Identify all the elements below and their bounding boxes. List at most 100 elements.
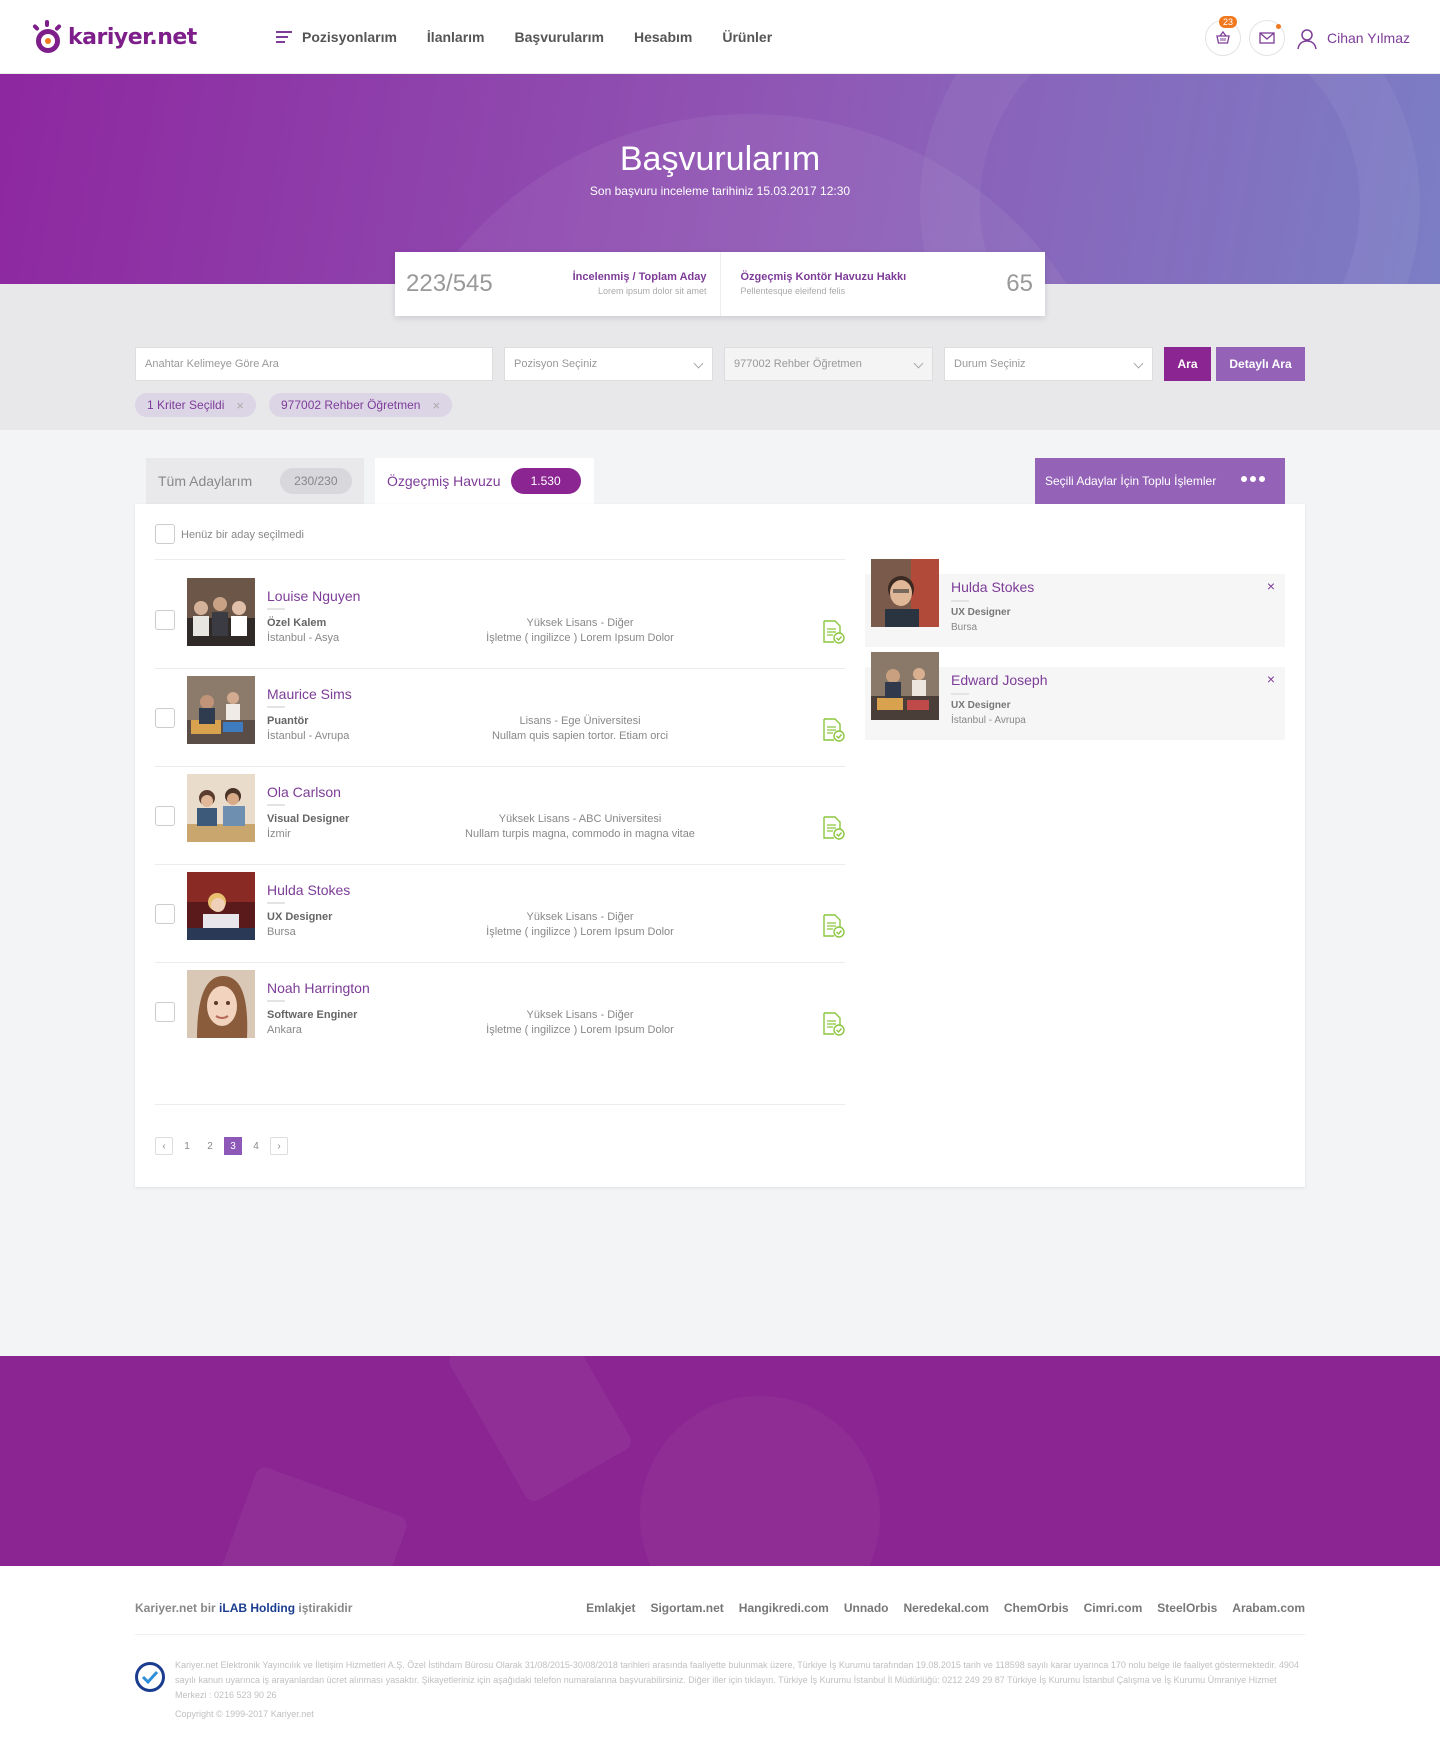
nav-label: Pozisyonlarım [302,29,397,45]
basket-icon [1216,30,1230,44]
copyright: Copyright © 1999-2017 Kariyer.net [175,1709,314,1719]
candidate-title: UX Designer [267,911,333,923]
partner-link-sigortam[interactable]: Sigortam.net [650,1601,723,1615]
tab-count: 1.530 [510,468,581,494]
education-department: İşletme ( ingilizce ) Lorem Ipsum Dolor [486,632,674,644]
partner-links: Emlakjet Sigortam.net Hangikredi.com Unn… [571,1601,1305,1615]
candidate-city: Bursa [267,926,296,938]
nav-hesabim[interactable]: Hesabım [634,29,692,45]
select-all-checkbox[interactable] [155,524,175,544]
partner-link-hangikredi[interactable]: Hangikredi.com [739,1601,829,1615]
nav-urunler[interactable]: Ürünler [722,29,772,45]
selected-name[interactable]: Hulda Stokes [951,579,1034,595]
candidate-checkbox[interactable] [155,1002,175,1022]
partner-link-cimri[interactable]: Cimri.com [1084,1601,1143,1615]
chevron-down-icon [693,358,704,369]
status-select-value: Durum Seçiniz [954,358,1026,370]
certificate-seal-icon [135,1662,165,1692]
page-3-current[interactable]: 3 [224,1137,242,1155]
candidate-checkbox[interactable] [155,806,175,826]
credit-sub: Pellentesque eleifend felis [740,286,846,296]
close-icon[interactable]: × [1267,671,1275,687]
remove-chip-icon[interactable]: × [236,398,244,413]
candidate-education: Lisans - Ege Üniversitesi Nullam quis sa… [415,714,745,744]
candidate-city: İstanbul - Asya [267,632,340,644]
user-menu[interactable]: Cihan Yılmaz [1295,26,1410,50]
candidate-city: İzmir [267,828,291,840]
candidate-photo[interactable] [187,872,255,940]
selected-title: UX Designer [951,607,1011,618]
candidate-name[interactable]: Maurice Sims [267,686,352,702]
education-degree: Yüksek Lisans - Diğer [526,1009,634,1021]
user-icon [1297,29,1317,50]
holding-link[interactable]: iLAB Holding [219,1601,295,1615]
page-4[interactable]: 4 [247,1137,265,1155]
candidate-photo[interactable] [187,774,255,842]
page-subtitle: Son başvuru inceleme tarihiniz 15.03.201… [589,184,851,198]
nav-basvurularim[interactable]: Başvurularım [515,29,604,45]
page-2[interactable]: 2 [201,1137,219,1155]
candidate-checkbox[interactable] [155,610,175,630]
candidate-name[interactable]: Ola Carlson [267,784,341,800]
candidate-checkbox[interactable] [155,708,175,728]
partner-link-steelorbis[interactable]: SteelOrbis [1157,1601,1217,1615]
nav-label: Hesabım [634,29,693,45]
education-department: Nullam turpis magna, commodo in magna vi… [465,828,695,840]
candidate-title: Visual Designer [267,813,350,825]
page-1[interactable]: 1 [178,1137,196,1155]
resume-check-icon[interactable] [821,718,845,742]
messages-button[interactable] [1248,20,1285,56]
next-page-button[interactable]: › [270,1137,288,1155]
education-department: Nullam quis sapien tortor. Etiam orci [491,730,669,742]
resume-check-icon[interactable] [821,816,845,840]
tab-all-candidates[interactable]: Tüm Adaylarım 230/230 [146,458,364,504]
resume-check-icon[interactable] [821,914,845,938]
basket-button[interactable]: 23 [1204,16,1241,56]
top-header: kariyer.net Pozisyonlarım İlanlarım Başv… [0,0,1440,74]
chip-label: 977002 Rehber Öğretmen [281,398,421,412]
resume-check-icon[interactable] [821,1012,845,1036]
chevron-down-icon [913,358,924,369]
resume-check-icon[interactable] [821,620,845,644]
remove-chip-icon[interactable]: × [432,398,440,413]
nav-ilanlarim[interactable]: İlanlarım [427,29,485,45]
search-button[interactable]: Ara [1164,347,1211,381]
detailed-search-button[interactable]: Detaylı Ara [1216,347,1305,381]
chip-label: 1 Kriter Seçildi [147,398,225,412]
candidate-photo[interactable] [187,970,255,1038]
candidate-photo[interactable] [187,676,255,744]
candidate-name[interactable]: Louise Nguyen [267,588,360,604]
brand-suffix: iştirakidir [298,1601,353,1615]
status-select[interactable]: Durum Seçiniz [944,347,1153,381]
partner-link-chemorbis[interactable]: ChemOrbis [1004,1601,1069,1615]
position-select[interactable]: Pozisyon Seçiniz [504,347,713,381]
kariyer-logo[interactable]: kariyer.net [30,18,197,56]
footer: Kariyer.net bir iLAB Holding iştirakidir… [0,1566,1440,1744]
partner-link-neredekal[interactable]: Neredekal.com [904,1601,989,1615]
footer-banner [0,1356,1440,1566]
credit-stat: Özgeçmiş Kontör Havuzu Hakkı Pellentesqu… [719,252,1046,316]
close-icon[interactable]: × [1267,578,1275,594]
candidate-name[interactable]: Hulda Stokes [267,882,350,898]
bulk-actions-button[interactable]: Seçili Adaylar İçin Toplu İşlemler [1035,458,1285,504]
nav-pozisyonlarim[interactable]: Pozisyonlarım [276,28,397,46]
prev-page-button[interactable]: ‹ [155,1137,173,1155]
job-posting-select[interactable]: 977002 Rehber Öğretmen [724,347,933,381]
candidate-photo[interactable] [871,652,939,720]
candidate-photo[interactable] [187,578,255,646]
candidate-title: Software Enginer [267,1009,358,1021]
nav-label: İlanlarım [426,29,485,45]
candidate-checkbox[interactable] [155,904,175,924]
candidate-name[interactable]: Noah Harrington [267,980,370,996]
partner-link-emlakjet[interactable]: Emlakjet [586,1601,635,1615]
tab-cv-pool[interactable]: Özgeçmiş Havuzu 1.530 [375,458,594,504]
candidate-city: İstanbul - Avrupa [267,730,350,742]
keyword-search-input[interactable]: Anahtar Kelimeye Göre Ara [135,347,493,381]
criteria-chip: 1 Kriter Seçildi × [135,393,256,417]
candidate-education: Yüksek Lisans - Diğer İşletme ( ingilizc… [415,910,745,940]
candidate-row: Louise Nguyen Özel Kalem İstanbul - Asya… [155,560,845,669]
partner-link-arabam[interactable]: Arabam.com [1232,1601,1305,1615]
selected-name[interactable]: Edward Joseph [951,672,1048,688]
partner-link-unnado[interactable]: Unnado [844,1601,889,1615]
candidate-photo[interactable] [871,559,939,627]
